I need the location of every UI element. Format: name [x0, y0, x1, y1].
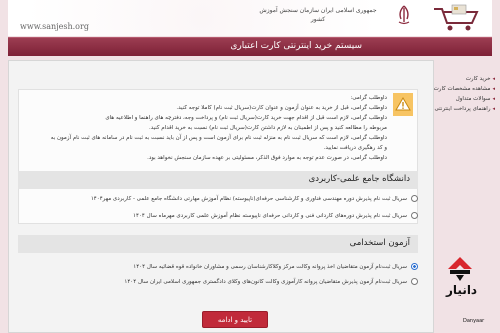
watermark-subtext: Danyaar	[463, 318, 485, 324]
main-panel: داوطلب گرامی: داوطلب گرامی، قبل از خرید …	[8, 60, 434, 333]
option-label: سریال ثبت نام پذیرش دوره‌های کاردانی فنی…	[133, 212, 407, 219]
notice-line: داوطلب گرامی، در صورت عدم توجه به موارد …	[147, 155, 387, 161]
option-lawyer-license-exam[interactable]: سریال ثبت‌نام آزمون متقاضیان اخذ پروانه …	[18, 260, 418, 273]
title-bar: سیستم خرید اینترنتی کارت اعتباری	[8, 37, 492, 56]
emblem-icon	[398, 5, 410, 25]
page-title: سیستم خرید اینترنتی کارت اعتباری	[230, 41, 362, 51]
option-label: سریال ثبت نام پذیرش دوره مهندسی فناوری و…	[90, 195, 407, 202]
sidebar-item-faq[interactable]: ◂ سوالات متداول	[437, 94, 495, 104]
notice-text: داوطلب گرامی: داوطلب گرامی، قبل از خرید …	[42, 93, 387, 163]
bullet-icon: ◂	[492, 76, 495, 82]
radio-button[interactable]	[411, 278, 418, 285]
watermark-text: دانیار	[446, 283, 478, 297]
notice-line: داوطلب گرامی، لازم است قبل از اقدام جهت …	[105, 115, 387, 121]
sidebar-item-label: راهنمای پرداخت اینترنتی	[434, 106, 491, 112]
sidebar-item-buy-card[interactable]: ◂ خرید کارت	[437, 74, 495, 84]
notice-line: داوطلب گرامی:	[350, 95, 387, 101]
sidebar-item-label: خرید کارت	[465, 76, 491, 82]
radio-button[interactable]	[411, 212, 418, 219]
section-header-employment-exam: آزمون استخدامی	[18, 235, 418, 253]
notice-line: داوطلب گرامی، لازم است که سریال ثبت نام …	[50, 135, 387, 141]
option-label: سریال ثبت‌نام آزمون پذیرش متقاضیان پروان…	[124, 278, 407, 285]
bullet-icon: ◂	[492, 106, 495, 112]
warning-icon	[395, 97, 411, 111]
bullet-icon: ◂	[492, 96, 495, 102]
warning-badge	[393, 93, 413, 116]
radio-button-selected[interactable]	[411, 263, 418, 270]
sidebar-item-label: سوالات متداول	[455, 96, 491, 102]
shopping-cart-icon	[434, 4, 479, 31]
sidebar-item-payment-guide[interactable]: ◂ راهنمای پرداخت اینترنتی	[434, 104, 495, 114]
site-url: www.sanjesh.org	[20, 22, 89, 31]
confirm-continue-button[interactable]: تایید و ادامه	[202, 311, 268, 328]
notice-line: و کد رهگیری دریافت نمایید.	[323, 145, 387, 151]
notice-line: داوطلب گرامی، قبل از خرید به عنوان آزمون…	[176, 105, 387, 111]
sidebar-item-view-card[interactable]: ◂ مشاهده مشخصات کارت	[433, 84, 495, 94]
section-header-applied-science: دانشگاه جامع علمی-کاربردی	[18, 171, 418, 189]
section-title: دانشگاه جامع علمی-کاربردی	[308, 174, 410, 184]
site-header: www.sanjesh.org جمهوری اسلامی ایران سازم…	[8, 0, 492, 36]
sidebar: ◂ خرید کارت ◂ مشاهده مشخصات کارت ◂ سوالا…	[433, 74, 495, 114]
option-bar-internship-exam[interactable]: سریال ثبت‌نام آزمون پذیرش متقاضیان پروان…	[18, 275, 418, 288]
section-title: آزمون استخدامی	[349, 238, 410, 248]
org-title: جمهوری اسلامی ایران سازمان سنجش آموزش کش…	[259, 7, 377, 23]
bullet-icon: ◂	[492, 86, 495, 92]
radio-button[interactable]	[411, 195, 418, 202]
sidebar-item-label: مشاهده مشخصات کارت	[433, 86, 491, 92]
option-label: سریال ثبت‌نام آزمون متقاضیان اخذ پروانه …	[133, 263, 407, 270]
option-applied-science-engineering[interactable]: سریال ثبت نام پذیرش دوره مهندسی فناوری و…	[18, 192, 418, 205]
notice-line: مربوطه را مطالعه کنید و پس از اطمینان به…	[148, 125, 387, 131]
option-applied-science-associate[interactable]: سریال ثبت نام پذیرش دوره‌های کاردانی فنی…	[18, 209, 418, 222]
